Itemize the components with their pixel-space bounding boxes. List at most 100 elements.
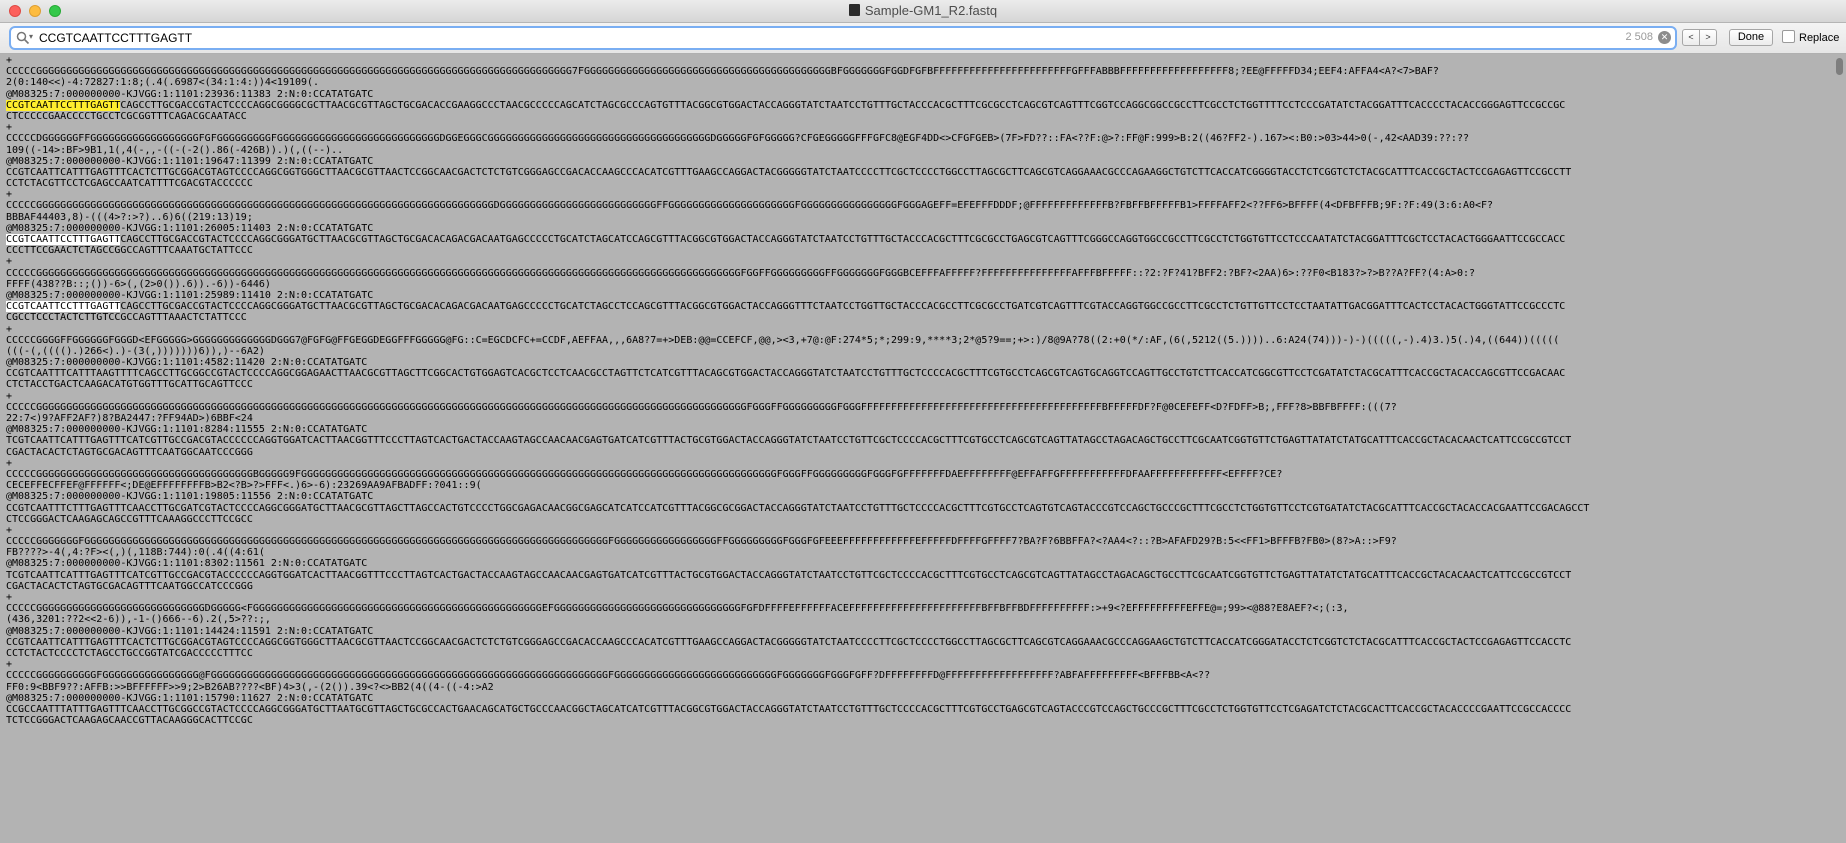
previous-match-button[interactable]: < bbox=[1682, 29, 1700, 46]
text-line: CGACTACACTCTAGTGCGACAGTTTCAATGGCCATCCCGG… bbox=[6, 581, 1828, 592]
find-field[interactable]: ▾ 2 508 ✕ bbox=[9, 26, 1677, 50]
text-segment: CCGCCAATTTATTTGAGTTTCAACCTTGCGGCCGTACTCC… bbox=[6, 703, 1572, 715]
text-segment: (436,3201:??2<<2-6)),-1-()666--6).2(,5>?… bbox=[6, 614, 271, 626]
search-match: CCGTCAATTCCTTTGAGTT bbox=[6, 234, 121, 245]
text-segment: 2(0:140<<)-4:72827:1:8;(.4(.6987<(34:1:4… bbox=[6, 77, 320, 89]
text-line: 2(0:140<<)-4:72827:1:8;(.4(.6987<(34:1:4… bbox=[6, 77, 1828, 88]
text-segment: 22:7<)9?AFF2AF?)8?BA2447:?FF94AD>)6BBF<2… bbox=[6, 413, 253, 424]
text-line: + bbox=[6, 525, 1828, 536]
text-segment: CTCCCCCGAACCCCTGCCTCGCGGTTTCAGACGCAATACC bbox=[6, 110, 247, 122]
search-match: CCGTCAATTCCTTTGAGTT bbox=[6, 301, 121, 313]
text-segment: + bbox=[6, 659, 13, 671]
text-line: CGACTACACTCTAGTGCGACAGTTTCAATGGCAATCCCGG… bbox=[6, 447, 1828, 458]
text-segment: + bbox=[6, 524, 13, 536]
text-segment: CCTCTACGTTCCTCGAGCCAATCATTTTCGACGTACCCCC… bbox=[6, 178, 253, 190]
text-segment: CTCTACCTGACTCAAGACATGTGGTTTGCATTGCAGTTCC… bbox=[6, 379, 253, 391]
done-button[interactable]: Done bbox=[1729, 29, 1773, 46]
text-line: CCCCCGGGGGGGGGGGGGGGGGGGGGGGGGGGGGGGGGGG… bbox=[6, 402, 1828, 413]
title-bar: Sample-GM1_R2.fastq bbox=[0, 0, 1846, 23]
text-segment: + bbox=[6, 592, 13, 603]
fastq-text[interactable]: + CCCCCGGGGGGGGGGGGGGGGGGGGGGGGGGGGGGGGGG… bbox=[6, 55, 1828, 726]
text-segment: + bbox=[6, 457, 13, 469]
text-segment: FF0:9<BBF9??:AFFB:>>BFFFFFF>>9;2>B26AB??… bbox=[6, 681, 494, 693]
text-line: CTCTACCTGACTCAAGACATGTGGTTTGCATTGCAGTTCC… bbox=[6, 379, 1828, 390]
text-segment: CCCCCGGGGGGGGGGGGGGGGGGGGGGGGGGGGGGGGGGG… bbox=[6, 66, 1439, 78]
window-title-text: Sample-GM1_R2.fastq bbox=[864, 3, 998, 18]
text-segment: @M08325:7:000000000-KJVGG:1:1101:23936:1… bbox=[6, 88, 374, 100]
text-segment: CGCCTCCCTACTCTTGTCCGCCAGTTTAAACTCTATTCCC bbox=[6, 312, 247, 324]
text-segment: + bbox=[6, 323, 13, 335]
text-line: CCGTCAATTCATTTGAGTTTCACTCTTGCGGACGTAGTCC… bbox=[6, 167, 1828, 178]
text-segment: CCCCCGGGGFFGGGGGGFGGGD<EFGGGGG>GGGGGGGGG… bbox=[6, 334, 1560, 346]
text-editor[interactable]: + CCCCCGGGGGGGGGGGGGGGGGGGGGGGGGGGGGGGGGG… bbox=[0, 54, 1846, 843]
text-segment: @M08325:7:000000000-KJVGG:1:1101:19647:1… bbox=[6, 155, 374, 167]
text-line: CCGTCAATTCATTTGAGTTTCACTCTTGCGGACGTAGTCC… bbox=[6, 637, 1828, 648]
text-segment: @M08325:7:000000000-KJVGG:1:1101:19805:1… bbox=[6, 491, 374, 503]
text-line: @M08325:7:000000000-KJVGG:1:1101:4582:11… bbox=[6, 357, 1828, 368]
text-segment: CCGTCAATTTCATTTAAGTTTTCAGCCTTGCGGCCGTACT… bbox=[6, 368, 1566, 380]
next-match-button[interactable]: > bbox=[1700, 29, 1717, 46]
text-segment: CECEFFECFFEF@FFFFFF<;DE@EFFFFFFFFB>B2<?B… bbox=[6, 480, 482, 492]
text-segment: @M08325:7:000000000-KJVGG:1:1101:15790:1… bbox=[6, 692, 374, 704]
match-navigation: < > bbox=[1682, 29, 1717, 46]
text-segment: CCCCCGGGGGGGGGGGGGGGGGGGGGGGGGGGGGGGGGGG… bbox=[6, 267, 1476, 279]
magnifier-icon[interactable] bbox=[16, 31, 30, 45]
text-line: CCCCCGGGGFFGGGGGGFGGGD<EFGGGGG>GGGGGGGGG… bbox=[6, 335, 1828, 346]
text-line: CCGTCAATTTCTTTGAGTTTCAACCTTGCGATCGTACTCC… bbox=[6, 503, 1828, 514]
text-segment: 109((-14>:BF>9B1,1(,4(-,,-((-(-2().86(-4… bbox=[6, 144, 344, 156]
text-line: CCCCCGGGGGGGFGGGGGGGGGGGGGGGGGGGGGGGGGGG… bbox=[6, 536, 1828, 547]
text-line: @M08325:7:000000000-KJVGG:1:1101:8302:11… bbox=[6, 558, 1828, 569]
replace-checkbox[interactable] bbox=[1782, 30, 1795, 43]
text-line: + bbox=[6, 324, 1828, 335]
text-segment: (((-(,(((().)266<).)-(3(,)))))))6)),)--6… bbox=[6, 345, 265, 357]
clear-search-icon[interactable]: ✕ bbox=[1658, 31, 1671, 44]
text-line: FB????>-4(,4:?F><(,)(,118B:744):0(.4((4:… bbox=[6, 547, 1828, 558]
current-search-match: CCGTCAATTCCTTTGAGTT bbox=[6, 99, 121, 111]
text-line: CCCCCDGGGGGGFFGGGGGGGGGGGGGGGGGGFGFGGGGG… bbox=[6, 133, 1828, 144]
text-line: 22:7<)9?AFF2AF?)8?BA2447:?FF94AD>)6BBF<2… bbox=[6, 413, 1828, 424]
text-segment: TCGTCAATTCATTTGAGTTTCATCGTTGCCGACGTACCCC… bbox=[6, 569, 1572, 581]
text-segment: @M08325:7:000000000-KJVGG:1:1101:26005:1… bbox=[6, 222, 374, 234]
text-line: (((-(,(((().)266<).)-(3(,)))))))6)),)--6… bbox=[6, 346, 1828, 357]
text-segment: CCGTCAATTCATTTGAGTTTCACTCTTGCGGACGTAGTCC… bbox=[6, 166, 1572, 178]
text-segment: + bbox=[6, 390, 13, 402]
text-line: TCGTCAATTCATTTGAGTTTCATCGTTGCCGACGTACCCC… bbox=[6, 570, 1828, 581]
text-line: CCTCTACTCCCCTCTAGCCTGCCGGTATCGACCCCCTTTC… bbox=[6, 648, 1828, 659]
text-segment: CCTCTACTCCCCTCTAGCCTGCCGGTATCGACCCCCTTTC… bbox=[6, 647, 253, 659]
text-line: 109((-14>:BF>9B1,1(,4(-,,-((-(-2().86(-4… bbox=[6, 145, 1828, 156]
text-line: @M08325:7:000000000-KJVGG:1:1101:8284:11… bbox=[6, 424, 1828, 435]
vertical-scrollbar[interactable] bbox=[1832, 54, 1846, 843]
text-segment: @M08325:7:000000000-KJVGG:1:1101:25989:1… bbox=[6, 289, 374, 301]
text-line: @M08325:7:000000000-KJVGG:1:1101:23936:1… bbox=[6, 89, 1828, 100]
text-line: CTCCCCCGAACCCCTGCCTCGCGGTTTCAGACGCAATACC bbox=[6, 111, 1828, 122]
text-line: (436,3201:??2<<2-6)),-1-()666--6).2(,5>?… bbox=[6, 614, 1828, 625]
text-segment: CCCCCGGGGGGGGGGFGGGGGGGGGGGGGGGG@FGGGGGG… bbox=[6, 670, 1211, 682]
text-line: CCCCCGGGGGGGGGGGGGGGGGGGGGGGGGGGGDGGGGG<… bbox=[6, 603, 1828, 614]
search-options-caret-icon[interactable]: ▾ bbox=[29, 32, 33, 41]
text-line: @M08325:7:000000000-KJVGG:1:1101:15790:1… bbox=[6, 693, 1828, 704]
text-line: TCGTCAATTCATTTGAGTTTCATCGTTGCCGACGTACCCC… bbox=[6, 435, 1828, 446]
text-line: CCCTTCCGAACTCTAGCCGGCCAGTTTCAAATGCTATTCC… bbox=[6, 245, 1828, 256]
text-line: + bbox=[6, 659, 1828, 670]
text-segment: @M08325:7:000000000-KJVGG:1:1101:8284:11… bbox=[6, 424, 368, 436]
text-line: + bbox=[6, 391, 1828, 402]
text-segment: @M08325:7:000000000-KJVGG:1:1101:14424:1… bbox=[6, 625, 374, 637]
text-line: CCCCCGGGGGGGGGGGGGGGGGGGGGGGGGGGGGGGGGGG… bbox=[6, 66, 1828, 77]
text-line: CCCCCGGGGGGGGGGGGGGGGGGGGGGGGGGGGGGGGGGG… bbox=[6, 200, 1828, 211]
window-title: Sample-GM1_R2.fastq bbox=[0, 3, 1846, 18]
text-segment: FFFF(438??B::;())-6>(,(2>0()).6)).-6))-6… bbox=[6, 278, 271, 290]
text-line: + bbox=[6, 122, 1828, 133]
text-line: + bbox=[6, 458, 1828, 469]
replace-toggle[interactable]: Replace bbox=[1782, 30, 1839, 44]
text-segment: CGACTACACTCTAGTGCGACAGTTTCAATGGCAATCCCGG… bbox=[6, 446, 253, 458]
find-input[interactable] bbox=[39, 28, 1599, 48]
text-line: + bbox=[6, 592, 1828, 603]
text-line: + bbox=[6, 189, 1828, 200]
text-segment: CCCTTCCGAACTCTAGCCGGCCAGTTTCAAATGCTATTCC… bbox=[6, 245, 253, 257]
text-segment: + bbox=[6, 256, 13, 268]
text-line: CTCCGGGACTCAAGAGCAGCCGTTTCAAAGGCCCTTCCGC… bbox=[6, 514, 1828, 525]
text-segment: + bbox=[6, 189, 13, 201]
scrollbar-thumb[interactable] bbox=[1836, 58, 1843, 75]
text-segment: CCCCCGGGGGGGGGGGGGGGGGGGGGGGGGGGGGGGGGGG… bbox=[6, 200, 1494, 212]
text-segment: BBBAF44403,8)-(((4>?:>?)..6)6((219:13)19… bbox=[6, 211, 253, 223]
